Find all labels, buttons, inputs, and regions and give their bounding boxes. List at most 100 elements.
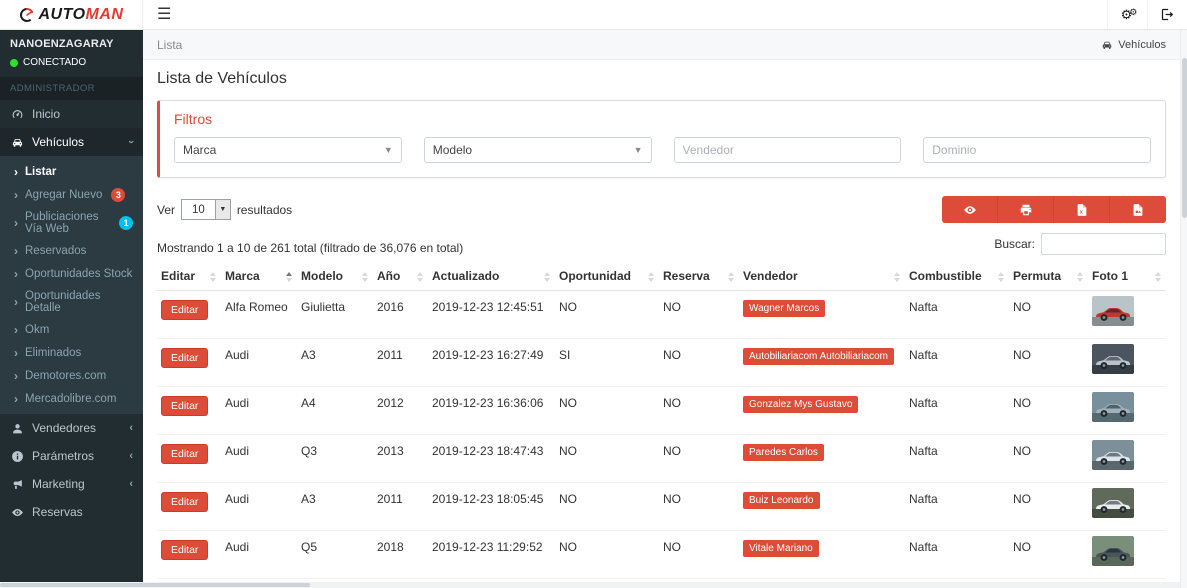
submenu-item[interactable]: › Eliminados [0, 341, 143, 364]
submenu-item[interactable]: › Oportunidades Stock [0, 262, 143, 285]
export-pdf-button[interactable] [1110, 196, 1166, 223]
table-row: Editar Audi A4 2012 2019-12-23 16:36:06 … [157, 387, 1166, 435]
submenu-item[interactable]: › Publiciaciones Vía Web 1 [0, 206, 143, 239]
vehicle-photo[interactable] [1092, 344, 1134, 374]
print-button[interactable] [998, 196, 1054, 223]
edit-button[interactable]: Editar [161, 300, 208, 320]
modelo-select[interactable]: Modelo ▼ [424, 137, 652, 163]
sidebar-item-vendedores[interactable]: Vendedores ‹ [0, 414, 143, 442]
vertical-scrollbar[interactable] [1180, 30, 1187, 588]
brand-logo[interactable]: AUTOMAN [0, 0, 143, 29]
column-header[interactable]: Oportunidad [555, 263, 659, 291]
horizontal-scrollbar[interactable] [0, 582, 1180, 588]
dominio-input[interactable] [932, 138, 1142, 162]
edit-button[interactable]: Editar [161, 444, 208, 464]
marca-select[interactable]: Marca ▼ [174, 137, 402, 163]
submenu-item[interactable]: › Mercadolibre.com [0, 387, 143, 410]
cell-actualizado: 2019-12-23 16:27:49 [428, 339, 555, 387]
vehicle-photo[interactable] [1092, 536, 1134, 566]
car-icon [1101, 39, 1113, 51]
cell-ano: 2018 [373, 531, 428, 579]
count-badge: 3 [111, 188, 125, 202]
column-header[interactable]: Combustible [905, 263, 1009, 291]
breadcrumb-section[interactable]: Vehículos [1101, 39, 1166, 51]
sort-icon [728, 272, 734, 282]
cell-oportunidad: NO [555, 531, 659, 579]
cell-combustible: Nafta [905, 339, 1009, 387]
chevron-left-icon: ‹ [129, 478, 133, 490]
column-header[interactable]: Editar [157, 263, 221, 291]
column-header[interactable]: Modelo [297, 263, 373, 291]
edit-button[interactable]: Editar [161, 348, 208, 368]
cell-ano: 2011 [373, 339, 428, 387]
chevron-down-icon: › [129, 136, 133, 148]
cell-permuta: NO [1009, 291, 1088, 339]
vehicle-photo[interactable] [1092, 488, 1134, 518]
submenu-item[interactable]: › Oportunidades Detalle [0, 285, 143, 318]
submenu-item[interactable]: › Okm [0, 318, 143, 341]
column-visibility-button[interactable] [942, 196, 998, 223]
logout-button[interactable] [1147, 0, 1187, 29]
column-header[interactable]: Vendedor [739, 263, 905, 291]
submenu-item[interactable]: › Reservados [0, 239, 143, 262]
angle-right-icon: › [14, 295, 18, 309]
main-content: Lista Vehículos Lista de Vehículos Filtr… [143, 30, 1180, 582]
table-row: Editar Audi A3 2011 2019-12-23 18:05:45 … [157, 483, 1166, 531]
cell-combustible: Nafta [905, 531, 1009, 579]
sidebar-item-parametros[interactable]: Parámetros ‹ [0, 442, 143, 470]
vendor-badge[interactable]: Buiz Leonardo [743, 492, 820, 509]
cell-ano: 2012 [373, 387, 428, 435]
cell-reserva: NO [659, 387, 739, 435]
sidebar-item-vehiculos[interactable]: Vehículos › [0, 128, 143, 156]
vendor-badge[interactable]: Wagner Marcos [743, 300, 825, 317]
page-size-select[interactable]: 10 ▼ [181, 199, 231, 220]
sidebar-item-marketing[interactable]: Marketing ‹ [0, 470, 143, 498]
sidebar-toggle-hamburger-icon[interactable]: ☰ [143, 0, 185, 30]
cell-permuta: NO [1009, 531, 1088, 579]
user-status: CONECTADO [10, 57, 133, 68]
vendor-badge[interactable]: Vitale Mariano [743, 540, 819, 557]
breadcrumb: Lista Vehículos [143, 30, 1180, 60]
submenu-item-label: Demotores.com [25, 370, 106, 382]
vendor-badge[interactable]: Autobiliariacom Autobiliariacom [743, 348, 894, 365]
cell-ano: 2016 [373, 291, 428, 339]
table-controls: Ver 10 ▼ resultados [157, 196, 1166, 223]
submenu-item[interactable]: › Agregar Nuevo 3 [0, 183, 143, 206]
sidebar-item-reservas[interactable]: Reservas [0, 498, 143, 526]
cell-modelo: A3 [297, 339, 373, 387]
gauge-icon [10, 107, 24, 121]
column-header[interactable]: Marca [221, 263, 297, 291]
gears-icon: ⚙⚙ [1121, 7, 1135, 23]
table-body: Editar Alfa Romeo Giulietta 2016 2019-12… [157, 291, 1166, 583]
vehicle-photo[interactable] [1092, 296, 1134, 326]
filters-panel: Filtros Marca ▼ Modelo ▼ [157, 100, 1166, 178]
settings-button[interactable]: ⚙⚙ [1107, 0, 1147, 29]
sidebar-item-inicio[interactable]: Inicio [0, 100, 143, 128]
column-header[interactable]: Permuta [1009, 263, 1088, 291]
cell-modelo: Q3 [297, 435, 373, 483]
submenu-item-label: Reservados [25, 245, 86, 257]
sort-icon [210, 272, 216, 282]
caret-down-icon: ▼ [384, 145, 393, 155]
vertical-scrollbar-thumb[interactable] [1182, 58, 1187, 218]
column-header[interactable]: Foto 1 [1088, 263, 1166, 291]
export-excel-button[interactable]: x [1054, 196, 1110, 223]
cell-reserva: NO [659, 339, 739, 387]
vehicle-photo[interactable] [1092, 392, 1134, 422]
vehicle-photo[interactable] [1092, 440, 1134, 470]
horizontal-scrollbar-thumb[interactable] [0, 583, 310, 587]
column-header[interactable]: Actualizado [428, 263, 555, 291]
vendedor-input[interactable] [683, 138, 893, 162]
sidebar-menu-bottom: Vendedores ‹ Parámetros ‹ Marketing ‹ [0, 414, 143, 526]
vendor-badge[interactable]: Gonzalez Mys Gustavo [743, 396, 858, 413]
edit-button[interactable]: Editar [161, 396, 208, 416]
vendor-badge[interactable]: Paredes Carlos [743, 444, 824, 461]
edit-button[interactable]: Editar [161, 492, 208, 512]
column-header[interactable]: Año [373, 263, 428, 291]
column-header[interactable]: Reserva [659, 263, 739, 291]
search-input[interactable] [1041, 233, 1166, 255]
edit-button[interactable]: Editar [161, 540, 208, 560]
user-panel: NANOENZAGARAY CONECTADO [0, 30, 143, 77]
submenu-item[interactable]: › Demotores.com [0, 364, 143, 387]
submenu-item[interactable]: › Listar [0, 160, 143, 183]
